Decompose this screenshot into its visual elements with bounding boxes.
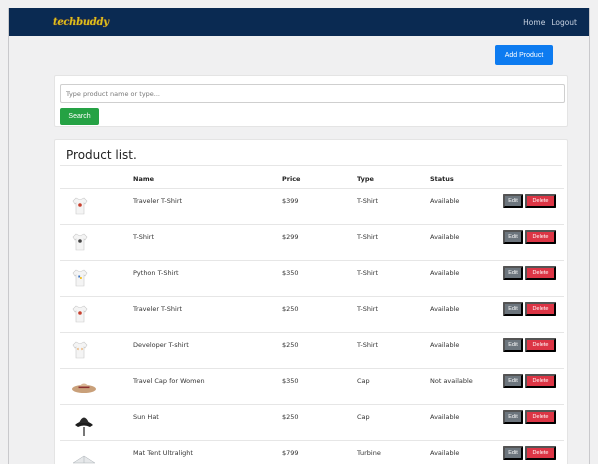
product-type: T-Shirt bbox=[357, 197, 378, 205]
nav-home-link[interactable]: Home bbox=[523, 18, 545, 27]
delete-button[interactable]: Delete bbox=[525, 230, 556, 244]
product-status: Available bbox=[430, 413, 460, 421]
edit-button[interactable]: Edit bbox=[503, 338, 523, 352]
product-price: $799 bbox=[282, 449, 299, 457]
product-status: Available bbox=[430, 269, 460, 277]
table-row: Traveler T-Shirt $250 T-Shirt Available Edit… bbox=[60, 296, 564, 332]
column-header-price: Price bbox=[282, 175, 301, 183]
product-name: Traveler T-Shirt bbox=[133, 197, 183, 205]
delete-button[interactable]: Delete bbox=[525, 410, 556, 424]
product-price: $250 bbox=[282, 305, 299, 313]
product-name: Python T-Shirt bbox=[133, 269, 179, 277]
add-product-button[interactable]: Add Product bbox=[495, 45, 553, 65]
column-header-status: Status bbox=[430, 175, 454, 183]
product-name: Travel Cap for Women bbox=[133, 377, 205, 385]
search-input[interactable] bbox=[60, 84, 565, 103]
tshirt-red-icon bbox=[70, 195, 90, 217]
app-window: techbuddy Home Logout Add Product Search… bbox=[8, 8, 590, 464]
product-status: Available bbox=[430, 305, 460, 313]
delete-button[interactable]: Delete bbox=[525, 194, 556, 208]
product-list-card: Product list. Name Price Type Status Tra… bbox=[54, 139, 568, 464]
product-name: Mat Tent Ultralight bbox=[133, 449, 193, 457]
column-header-type: Type bbox=[357, 175, 374, 183]
delete-button[interactable]: Delete bbox=[525, 446, 556, 460]
delete-button[interactable]: Delete bbox=[525, 374, 556, 388]
product-price: $399 bbox=[282, 197, 299, 205]
table-row: Mat Tent Ultralight $799 Turbine Available E… bbox=[60, 440, 564, 464]
edit-button[interactable]: Edit bbox=[503, 266, 523, 280]
search-button[interactable]: Search bbox=[60, 108, 99, 125]
product-status: Available bbox=[430, 233, 460, 241]
delete-button[interactable]: Delete bbox=[525, 338, 556, 352]
product-price: $250 bbox=[282, 413, 299, 421]
edit-button[interactable]: Edit bbox=[503, 374, 523, 388]
product-type: Cap bbox=[357, 413, 370, 421]
product-type: Cap bbox=[357, 377, 370, 385]
table-row: Developer T-shirt $250 T-Shirt Available Edi… bbox=[60, 332, 564, 368]
table-row: Traveler T-Shirt $399 T-Shirt Available Edit… bbox=[60, 188, 564, 224]
edit-button[interactable]: Edit bbox=[503, 446, 523, 460]
product-price: $299 bbox=[282, 233, 299, 241]
tent-icon bbox=[70, 447, 96, 464]
table-row: Python T-Shirt $350 T-Shirt Available Edit De… bbox=[60, 260, 564, 296]
table-row: Sun Hat $250 Cap Available Edit Delete bbox=[60, 404, 564, 440]
nav-links: Home Logout bbox=[523, 18, 577, 27]
table-row: T-Shirt $299 T-Shirt Available Edit Delete bbox=[60, 224, 564, 260]
edit-button[interactable]: Edit bbox=[503, 194, 523, 208]
product-name: T-Shirt bbox=[133, 233, 154, 241]
product-price: $250 bbox=[282, 341, 299, 349]
brand-logo[interactable]: techbuddy bbox=[53, 17, 109, 28]
title-divider bbox=[60, 165, 562, 166]
product-status: Available bbox=[430, 197, 460, 205]
delete-button[interactable]: Delete bbox=[525, 266, 556, 280]
tshirt-red-icon bbox=[70, 303, 90, 325]
edit-button[interactable]: Edit bbox=[503, 230, 523, 244]
product-price: $350 bbox=[282, 269, 299, 277]
search-card: Search bbox=[54, 75, 568, 127]
page-title: Product list. bbox=[66, 148, 137, 162]
tshirt-gray-icon bbox=[70, 231, 90, 253]
tshirt-dev-icon bbox=[70, 339, 90, 361]
product-status: Available bbox=[430, 449, 460, 457]
navbar: techbuddy Home Logout bbox=[9, 8, 589, 36]
product-name: Sun Hat bbox=[133, 413, 159, 421]
womens-hat-icon bbox=[70, 375, 96, 397]
product-type: T-Shirt bbox=[357, 233, 378, 241]
product-type: T-Shirt bbox=[357, 269, 378, 277]
product-name: Developer T-shirt bbox=[133, 341, 189, 349]
edit-button[interactable]: Edit bbox=[503, 410, 523, 424]
nav-logout-link[interactable]: Logout bbox=[551, 18, 577, 27]
product-price: $350 bbox=[282, 377, 299, 385]
product-type: T-Shirt bbox=[357, 305, 378, 313]
sun-hat-icon bbox=[70, 411, 93, 436]
product-status: Available bbox=[430, 341, 460, 349]
column-header-name: Name bbox=[133, 175, 155, 183]
tshirt-python-icon bbox=[70, 267, 90, 289]
product-name: Traveler T-Shirt bbox=[133, 305, 183, 313]
product-status: Not available bbox=[430, 377, 473, 385]
product-type: T-Shirt bbox=[357, 341, 378, 349]
delete-button[interactable]: Delete bbox=[525, 302, 556, 316]
product-type: Turbine bbox=[357, 449, 381, 457]
table-row: Travel Cap for Women $350 Cap Not available… bbox=[60, 368, 564, 404]
edit-button[interactable]: Edit bbox=[503, 302, 523, 316]
